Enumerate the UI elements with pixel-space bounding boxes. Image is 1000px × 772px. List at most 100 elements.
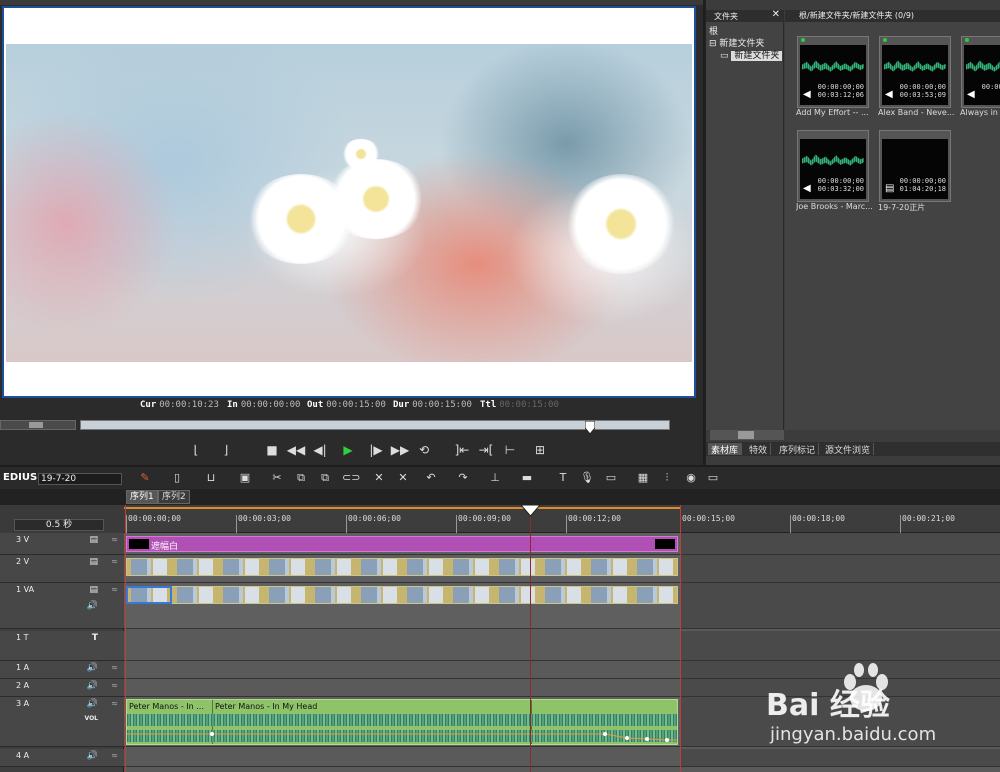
- stop-button[interactable]: ■: [262, 441, 282, 459]
- copy-icon[interactable]: ⧉: [294, 471, 308, 485]
- position-bar[interactable]: [80, 420, 670, 435]
- volume-rubberband[interactable]: [127, 700, 678, 745]
- clip-card[interactable]: ◀ 00:00:00;00 00:03:32;00: [797, 130, 869, 202]
- speaker-icon[interactable]: 🔊: [87, 663, 98, 673]
- tab-sequence-2[interactable]: 序列2: [158, 490, 190, 504]
- timeline-scale-select[interactable]: 0.5 秒: [14, 519, 104, 531]
- output-button[interactable]: ⊞: [530, 441, 550, 459]
- speaker-icon[interactable]: 🔊: [87, 751, 98, 761]
- timeline-playhead[interactable]: [521, 505, 540, 517]
- title-track-icon[interactable]: T: [92, 633, 98, 643]
- track-name: 3 A: [16, 699, 30, 708]
- grid-icon[interactable]: ▦: [636, 471, 650, 485]
- clip-tc-dur: 00:03:53;09: [899, 91, 946, 99]
- track-header-2a[interactable]: 2 A 🔊 ≈: [0, 679, 124, 697]
- folder-scrollbar[interactable]: [710, 430, 784, 440]
- replace-button[interactable]: ⊢: [500, 441, 520, 459]
- scrub-playhead[interactable]: [585, 421, 595, 435]
- tab-sequence-markers[interactable]: 序列标记: [776, 443, 820, 456]
- tree-subfolder[interactable]: ▭ 新建文件夹: [720, 48, 783, 61]
- speaker-icon[interactable]: 🔊: [87, 601, 98, 611]
- clip-card[interactable]: ◀ 00:00:00;00: [961, 36, 1000, 108]
- selected-clip[interactable]: [126, 586, 172, 604]
- rewind-button[interactable]: ◀◀: [286, 441, 306, 459]
- delete-icon[interactable]: ✕: [372, 471, 386, 485]
- lane-1va[interactable]: [124, 583, 1000, 629]
- overwrite-button[interactable]: ⇥[: [476, 441, 496, 459]
- film-icon[interactable]: ▤: [89, 585, 98, 595]
- mixer-icon[interactable]: ⫶: [660, 471, 674, 485]
- sync-icon[interactable]: ≈: [111, 585, 118, 594]
- tab-source-browser[interactable]: 源文件浏览: [822, 443, 875, 456]
- sync-icon[interactable]: ≈: [111, 663, 118, 672]
- microphone-icon[interactable]: 🎙: [580, 471, 594, 485]
- lane-2v[interactable]: [124, 555, 1000, 583]
- tool-icon[interactable]: ✎: [138, 471, 152, 485]
- loop-button[interactable]: ⟲: [414, 441, 434, 459]
- track-header-1t[interactable]: 1 T T: [0, 631, 124, 661]
- cut-icon[interactable]: ✂: [270, 471, 284, 485]
- audio-clip-strip[interactable]: Peter Manos - In ... Peter Manos - In My…: [126, 699, 678, 745]
- preview-window: Cur 00:00:10:23 In 00:00:00:00 Out 00:00:15…: [0, 0, 703, 465]
- track-header-3v[interactable]: 3 V ▤ ≈: [0, 533, 124, 555]
- jog-knob[interactable]: [29, 422, 43, 428]
- add-cut-icon[interactable]: ⊥: [488, 471, 502, 485]
- lane-1t[interactable]: [124, 631, 1000, 661]
- film-icon[interactable]: ▤: [89, 557, 98, 567]
- video-monitor[interactable]: [2, 6, 696, 398]
- film-icon[interactable]: ▤: [89, 535, 98, 545]
- title-icon[interactable]: T: [556, 471, 570, 485]
- video-clip-strip[interactable]: [126, 558, 678, 576]
- sync-icon[interactable]: ≈: [111, 535, 118, 544]
- paste-icon[interactable]: ⧉: [318, 471, 332, 485]
- sync-icon[interactable]: ≈: [111, 557, 118, 566]
- insert-button[interactable]: ]⇤: [452, 441, 472, 459]
- baidu-watermark: Bai 经验 jingyan.baidu.com: [766, 658, 996, 758]
- sync-icon[interactable]: ≈: [111, 699, 118, 708]
- tc-out: Out 00:00:15:00: [307, 400, 386, 410]
- scrollbar-thumb[interactable]: [738, 431, 754, 439]
- play-button[interactable]: ▶: [338, 441, 358, 459]
- track-header-4a[interactable]: 4 A 🔊 ≈: [0, 749, 124, 767]
- ripple-icon[interactable]: ▬: [520, 471, 534, 485]
- speaker-icon[interactable]: 🔊: [87, 699, 98, 709]
- lane-3v[interactable]: 遮幅白: [124, 533, 1000, 555]
- track-header-1va[interactable]: 1 VA ▤ 🔊 ≈: [0, 583, 124, 629]
- clip-thumbnail: ◀ 00:00:00;00 00:03:12;06: [800, 45, 866, 105]
- fast-forward-button[interactable]: ▶▶: [390, 441, 410, 459]
- set-out-button[interactable]: ⌋: [216, 441, 236, 459]
- tab-sequence-1[interactable]: 序列1: [126, 490, 158, 504]
- step-back-button[interactable]: ◀|: [310, 441, 330, 459]
- open-icon[interactable]: ⊔: [204, 471, 218, 485]
- clip-card[interactable]: ◀ 00:00:00;00 00:03:12;06: [797, 36, 869, 108]
- clip-card[interactable]: ◀ 00:00:00;00 00:03:53;09: [879, 36, 951, 108]
- close-icon[interactable]: ✕: [772, 9, 780, 20]
- link-icon[interactable]: ⊂⊃: [342, 471, 360, 485]
- title-clip[interactable]: 遮幅白: [126, 536, 678, 552]
- redo-icon[interactable]: ↷: [456, 471, 470, 485]
- record-icon[interactable]: ◉: [684, 471, 698, 485]
- sync-icon[interactable]: ≈: [111, 751, 118, 760]
- ruler-label: 00:00:12;00: [568, 514, 621, 523]
- new-sequence-icon[interactable]: ▯: [170, 471, 184, 485]
- save-icon[interactable]: ▣: [238, 471, 252, 485]
- step-forward-button[interactable]: |▶: [366, 441, 386, 459]
- tab-effects[interactable]: 特效: [746, 443, 772, 456]
- ripple-delete-icon[interactable]: ✕: [396, 471, 410, 485]
- speaker-icon[interactable]: 🔊: [87, 681, 98, 691]
- track-header-1a[interactable]: 1 A 🔊 ≈: [0, 661, 124, 679]
- clip-card-selected[interactable]: ▤ 00:00:00;00 01:04:20;18: [879, 130, 951, 202]
- render-icon[interactable]: ▭: [604, 471, 618, 485]
- track-header-2v[interactable]: 2 V ▤ ≈: [0, 555, 124, 583]
- panel-icon[interactable]: ▭: [706, 471, 720, 485]
- set-in-button[interactable]: ⌊: [186, 441, 206, 459]
- track-header-3a[interactable]: 3 A 🔊 VOL ≈: [0, 697, 124, 747]
- tab-bin[interactable]: 素材库: [708, 443, 743, 456]
- time-ruler[interactable]: 00:00:00;00 00:00:03;00 00:00:06;00 00:0…: [124, 505, 1000, 533]
- undo-icon[interactable]: ↶: [424, 471, 438, 485]
- sync-icon[interactable]: ≈: [111, 681, 118, 690]
- video-clip-strip[interactable]: [126, 586, 678, 604]
- vol-label[interactable]: VOL: [85, 715, 98, 722]
- jog-slider[interactable]: [0, 420, 76, 430]
- clip-thumbnail: ◀ 00:00:00;00 00:03:53;09: [882, 45, 948, 105]
